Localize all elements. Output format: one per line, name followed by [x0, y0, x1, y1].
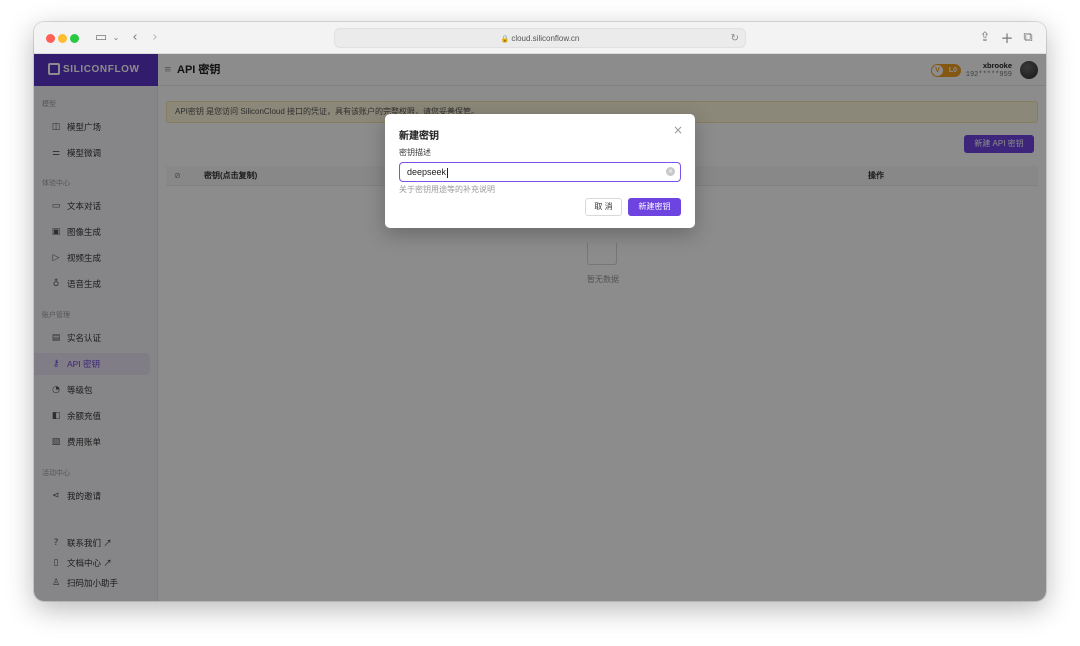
field-help-text: 关于密钥用途等的补充说明: [399, 185, 495, 194]
sidebar-icon[interactable]: ▭: [90, 28, 112, 48]
close-window-button[interactable]: [46, 34, 55, 43]
minimize-window-button[interactable]: [58, 34, 67, 43]
dialog-title: 新建密钥: [399, 131, 439, 142]
forward-icon[interactable]: ›: [148, 28, 162, 48]
chevron-down-icon[interactable]: ⌄: [110, 28, 122, 48]
key-description-label: 密钥描述: [399, 148, 431, 157]
key-description-input[interactable]: deepseek ×: [399, 162, 681, 182]
clear-input-icon[interactable]: ×: [666, 167, 675, 176]
new-tab-icon[interactable]: +: [999, 28, 1015, 48]
text-caret: [447, 167, 449, 178]
share-icon[interactable]: ⇪: [977, 28, 993, 48]
input-value: deepseek: [407, 167, 447, 177]
cancel-button[interactable]: 取 消: [585, 198, 622, 216]
browser-toolbar: ▭ ⌄ ‹ › 🔒 cloud.siliconflow.cn ↻ ⇪ + ⧉: [34, 22, 1046, 54]
tab-overview-icon[interactable]: ⧉: [1020, 28, 1036, 48]
create-key-button[interactable]: 新建密钥: [628, 198, 681, 216]
create-key-dialog: 新建密钥 × 密钥描述 deepseek × 关于密钥用途等的补充说明 取 消 …: [385, 114, 695, 228]
browser-window: ▭ ⌄ ‹ › 🔒 cloud.siliconflow.cn ↻ ⇪ + ⧉ SI…: [34, 22, 1046, 601]
address-bar[interactable]: 🔒 cloud.siliconflow.cn ↻: [334, 28, 746, 48]
zoom-window-button[interactable]: [70, 34, 79, 43]
close-icon[interactable]: ×: [673, 123, 683, 137]
lock-icon: 🔒: [500, 36, 510, 43]
back-icon[interactable]: ‹: [128, 28, 142, 48]
url-text: cloud.siliconflow.cn: [511, 34, 580, 43]
reload-icon[interactable]: ↻: [731, 29, 739, 48]
